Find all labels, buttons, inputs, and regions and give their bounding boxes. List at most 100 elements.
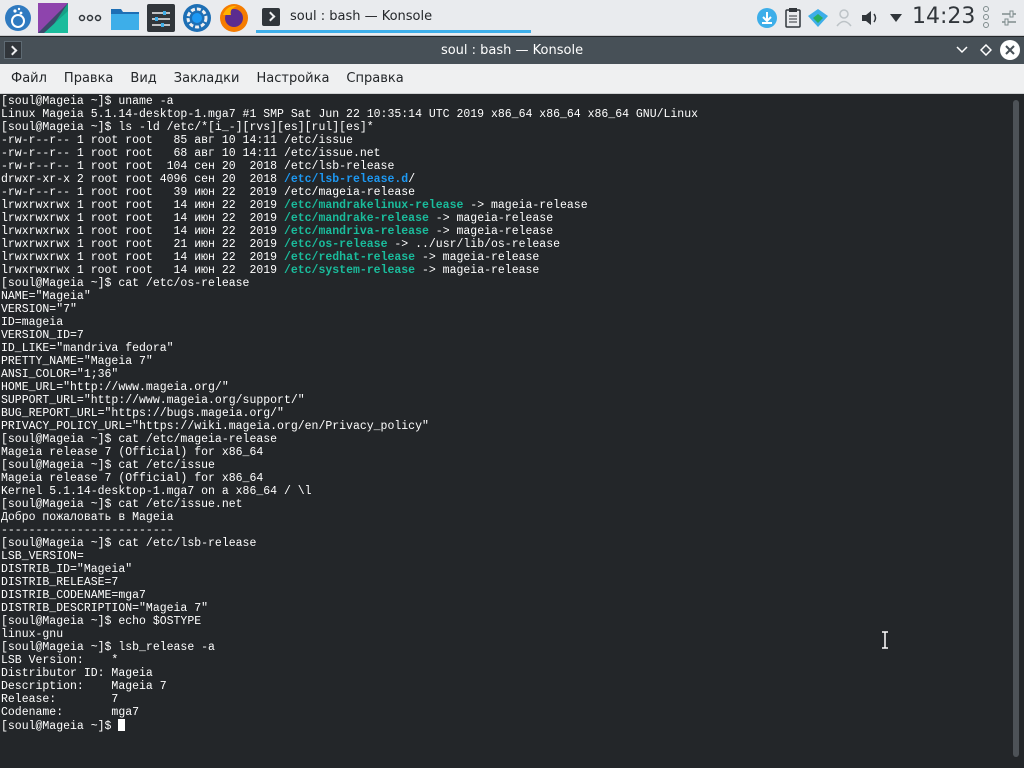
terminal-text: ID=mageia	[1, 316, 64, 329]
top-panel: soul : bash — Konsole 14:23	[0, 0, 1024, 36]
terminal-line: ANSI_COLOR="1;36"	[1, 368, 1009, 381]
terminal-line: LSB Version: *	[1, 654, 1009, 667]
scrollbar[interactable]	[1013, 100, 1019, 757]
terminal-line: Description: Mageia 7	[1, 680, 1009, 693]
terminal-line: LSB_VERSION=	[1, 550, 1009, 563]
terminal-line: VERSION_ID=7	[1, 329, 1009, 342]
terminal-line: -rw-r--r-- 1 root root 104 сен 20 2018 /…	[1, 160, 1009, 173]
terminal-line: PRIVACY_POLICY_URL="https://wiki.mageia.…	[1, 420, 1009, 433]
taskbar-konsole-task[interactable]: soul : bash — Konsole	[256, 3, 531, 33]
terminal-line: ID=mageia	[1, 316, 1009, 329]
minimize-button[interactable]	[952, 40, 972, 60]
terminal-line: lrwxrwxrwx 1 root root 14 июн 22 2019 /e…	[1, 251, 1009, 264]
terminal-line: drwxr-xr-x 2 root root 4096 сен 20 2018 …	[1, 173, 1009, 186]
terminal-line: Mageia release 7 (Official) for x86_64	[1, 472, 1009, 485]
window-titlebar[interactable]: soul : bash — Konsole	[0, 37, 1024, 64]
terminal-line: Mageia release 7 (Official) for x86_64	[1, 446, 1009, 459]
window-title: soul : bash — Konsole	[440, 43, 584, 58]
more-dots-icon[interactable]	[75, 3, 105, 33]
terminal-line: DISTRIB_DESCRIPTION="Mageia 7"	[1, 602, 1009, 615]
terminal-line: PRETTY_NAME="Mageia 7"	[1, 355, 1009, 368]
maximize-button[interactable]	[976, 40, 996, 60]
settings-sliders-icon[interactable]	[146, 3, 176, 33]
terminal-text: -rw-r--r-- 1 root root 85 авг 10 14:11 /…	[1, 134, 353, 147]
terminal-line: VERSION="7"	[1, 303, 1009, 316]
terminal-line: NAME="Mageia"	[1, 290, 1009, 303]
terminal-text: SUPPORT_URL="http://www.mageia.org/suppo…	[1, 394, 305, 407]
terminal-text: /	[408, 173, 416, 186]
menu-file[interactable]: Файл	[4, 71, 54, 86]
folder-icon[interactable]	[110, 3, 140, 33]
terminal-text: DISTRIB_CODENAME=mga7	[1, 589, 146, 602]
terminal-text: lrwxrwxrwx 1 root root 14 июн 22 2019	[1, 199, 284, 212]
close-button[interactable]	[1000, 40, 1020, 60]
terminal-text: [soul@Mageia ~]$	[1, 720, 119, 733]
terminal-line: Codename: mga7	[1, 706, 1009, 719]
terminal-line: Linux Mageia 5.1.14-desktop-1.mga7 #1 SM…	[1, 108, 1009, 121]
network-icon[interactable]	[807, 7, 829, 29]
konsole-icon	[262, 7, 280, 26]
tray-expand-icon[interactable]	[885, 7, 907, 29]
terminal-line: BUG_REPORT_URL="https://bugs.mageia.org/…	[1, 407, 1009, 420]
terminal-area[interactable]: [soul@Mageia ~]$ uname -a Linux Mageia 5.…	[0, 94, 1024, 768]
terminal-text: [soul@Mageia ~]$ ls -ld /etc/*[i_-][rvs]…	[1, 121, 374, 134]
terminal-line: -rw-r--r-- 1 root root 39 июн 22 2019 /e…	[1, 186, 1009, 199]
clock[interactable]: 14:23	[912, 4, 975, 29]
terminal-text: NAME="Mageia"	[1, 290, 91, 303]
terminal-line: Release: 7	[1, 693, 1009, 706]
terminal-text: DISTRIB_ID="Mageia"	[1, 563, 133, 576]
terminal-line: lrwxrwxrwx 1 root root 14 июн 22 2019 /e…	[1, 212, 1009, 225]
terminal-line: Distributor ID: Mageia	[1, 667, 1009, 680]
terminal-text: [soul@Mageia ~]$ cat /etc/issue.net	[1, 498, 243, 511]
menu-bookmarks[interactable]: Закладки	[167, 71, 247, 86]
terminal-text: lrwxrwxrwx 1 root root 14 июн 22 2019	[1, 212, 284, 225]
firefox-icon[interactable]	[219, 3, 249, 33]
terminal-line: ID_LIKE="mandriva fedora"	[1, 342, 1009, 355]
terminal-text: Codename: mga7	[1, 706, 140, 719]
terminal-text: -> ../usr/lib/os-release	[387, 238, 561, 251]
terminal-text: -------------------------	[1, 524, 174, 537]
terminal-line: [soul@Mageia ~]$ cat /etc/mageia-release	[1, 433, 1009, 446]
terminal-text: VERSION="7"	[1, 303, 77, 316]
terminal-text: -> mageia-release	[415, 264, 540, 277]
desktop-pager-icon[interactable]	[38, 3, 68, 33]
terminal-line: Добро пожаловать в Mageia	[1, 511, 1009, 524]
text-cursor	[118, 719, 126, 731]
terminal-line: [soul@Mageia ~]$ lsb_release -a	[1, 641, 1009, 654]
terminal-line: DISTRIB_RELEASE=7	[1, 576, 1009, 589]
terminal-line: DISTRIB_ID="Mageia"	[1, 563, 1009, 576]
clock-seconds-indicator	[982, 5, 990, 32]
user-icon[interactable]	[833, 7, 855, 29]
clipboard-icon[interactable]	[782, 7, 804, 29]
symlink-name: /etc/mandrakelinux-release	[283, 199, 464, 212]
volume-icon[interactable]	[859, 7, 881, 29]
terminal-text: -rw-r--r-- 1 root root 39 июн 22 2019 /e…	[1, 186, 416, 199]
terminal-text: lrwxrwxrwx 1 root root 21 июн 22 2019	[1, 238, 284, 251]
terminal-text: ID_LIKE="mandriva fedora"	[1, 342, 174, 355]
system-settings-icon[interactable]	[182, 3, 212, 33]
terminal-line: -------------------------	[1, 524, 1009, 537]
terminal-text: Kernel 5.1.14-desktop-1.mga7 on a x86_64…	[1, 485, 312, 498]
terminal-text: VERSION_ID=7	[1, 329, 84, 342]
terminal-line: SUPPORT_URL="http://www.mageia.org/suppo…	[1, 394, 1009, 407]
download-icon[interactable]	[756, 7, 778, 29]
menubar: Файл Правка Вид Закладки Настройка Справ…	[0, 64, 1024, 94]
symlink-name: /etc/os-release	[283, 238, 388, 251]
terminal-output[interactable]: [soul@Mageia ~]$ uname -a Linux Mageia 5.…	[1, 95, 1009, 733]
terminal-text: DISTRIB_RELEASE=7	[1, 576, 119, 589]
menu-edit[interactable]: Правка	[57, 71, 120, 86]
terminal-line: -rw-r--r-- 1 root root 85 авг 10 14:11 /…	[1, 134, 1009, 147]
panel-settings-icon[interactable]	[998, 7, 1020, 29]
terminal-line: lrwxrwxrwx 1 root root 14 июн 22 2019 /e…	[1, 199, 1009, 212]
terminal-text: [soul@Mageia ~]$ echo $OSTYPE	[1, 615, 202, 628]
mouse-ibeam-cursor-icon	[880, 630, 890, 650]
menu-view[interactable]: Вид	[123, 71, 163, 86]
menu-help[interactable]: Справка	[339, 71, 410, 86]
terminal-text: drwxr-xr-x 2 root root 4096 сен 20 2018	[1, 173, 284, 186]
mageia-menu-icon[interactable]	[3, 3, 33, 33]
terminal-text: LSB_VERSION=	[1, 550, 84, 563]
terminal-text: Mageia release 7 (Official) for x86_64	[1, 472, 264, 485]
symlink-name: /etc/mandrake-release	[283, 212, 429, 225]
symlink-name: /etc/redhat-release	[283, 251, 416, 264]
menu-settings[interactable]: Настройка	[249, 71, 336, 86]
